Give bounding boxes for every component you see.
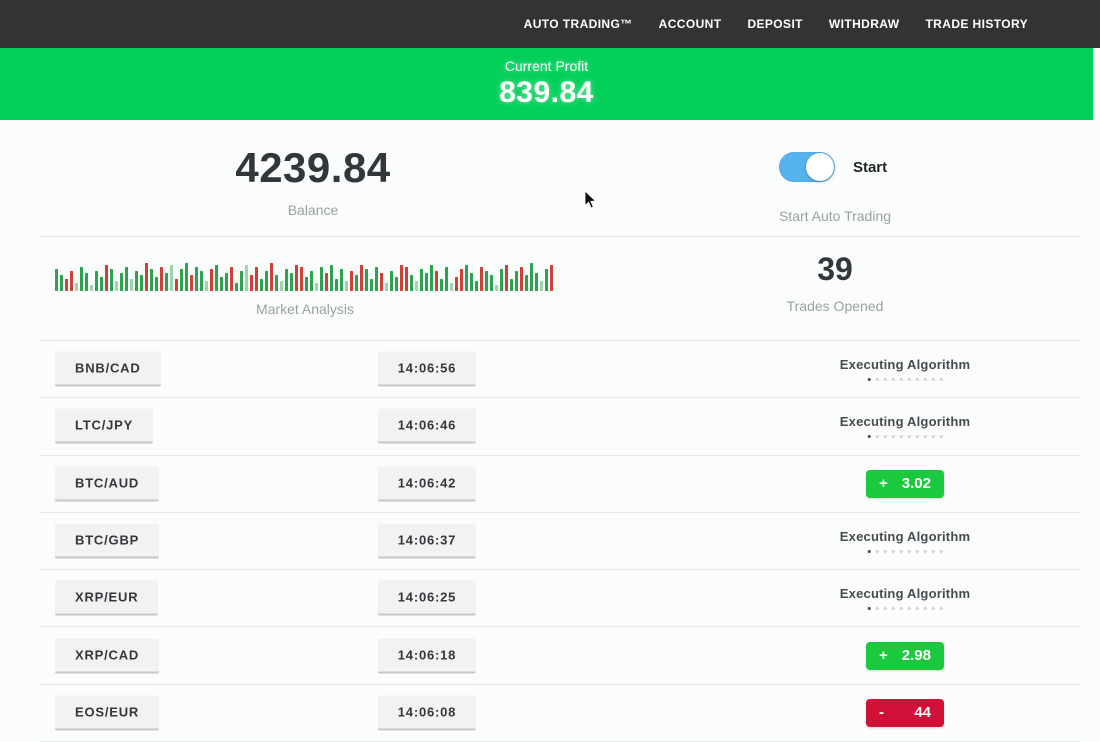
market-analysis-label: Market Analysis [256,301,354,317]
current-profit-value: 839.84 [499,76,594,110]
trade-status-executing: Executing Algorithm [840,529,970,553]
market-analysis-chart [55,257,565,291]
trade-pair: BTC/AUD [55,466,159,501]
trade-row: EOS/EUR 14:06:08 - 44 [40,685,1080,742]
toggle-knob-icon [806,153,834,181]
trade-status: Executing Algorithm [840,357,970,381]
nav-item-account[interactable]: ACCOUNT [659,17,722,31]
trade-status: Executing Algorithm [840,529,970,553]
nav-item-trade-history[interactable]: TRADE HISTORY [925,17,1028,31]
trade-status: Executing Algorithm [840,586,970,610]
trade-list: BNB/CAD 14:06:56 Executing Algorithm LTC… [40,341,1080,742]
trade-result-value: 3.02 [902,475,931,492]
trade-row: XRP/EUR 14:06:25 Executing Algorithm [40,570,1080,627]
executing-progress-dots-icon [840,550,970,553]
trade-status: Executing Algorithm [840,414,970,438]
trades-opened-value: 39 [787,251,884,288]
toggle-label: Start [853,159,887,176]
trades-opened-label: Trades Opened [787,298,884,314]
balance-section: 4239.84 Balance Start Start Auto Trading [40,120,1080,237]
executing-algorithm-label: Executing Algorithm [840,529,970,544]
trade-time: 14:06:42 [378,466,476,501]
trade-result-value: 2.98 [902,647,931,664]
trade-time: 14:06:18 [378,638,476,673]
balance-value: 4239.84 [235,144,390,192]
trade-result-badge: + 3.02 [866,470,944,498]
trade-pair: EOS/EUR [55,695,159,730]
auto-trading-block: Start Start Auto Trading [779,152,891,224]
trade-time: 14:06:37 [378,524,476,559]
nav-item-deposit[interactable]: DEPOSIT [747,17,802,31]
trades-opened-block: 39 Trades Opened [787,251,884,314]
trade-time: 14:06:08 [378,695,476,730]
trade-result-sign: + [879,475,888,492]
executing-progress-dots-icon [840,378,970,381]
executing-progress-dots-icon [840,435,970,438]
executing-algorithm-label: Executing Algorithm [840,586,970,601]
executing-algorithm-label: Executing Algorithm [840,357,970,372]
trade-pair: BNB/CAD [55,352,161,387]
trade-status: - 44 [866,699,944,727]
trade-status: + 3.02 [866,470,944,498]
trade-status-executing: Executing Algorithm [840,414,970,438]
trade-result-value: 44 [914,704,931,721]
current-profit-label: Current Profit [505,58,588,74]
trade-pair: BTC/GBP [55,524,159,559]
trade-pair: XRP/CAD [55,638,159,673]
nav-item-withdraw[interactable]: WITHDRAW [829,17,900,31]
current-profit-banner: Current Profit 839.84 [0,48,1093,120]
trade-time: 14:06:56 [378,352,476,387]
trade-status-executing: Executing Algorithm [840,586,970,610]
balance-block: 4239.84 Balance [235,144,390,218]
auto-trading-page: AUTO TRADING™ ACCOUNT DEPOSIT WITHDRAW T… [0,0,1100,742]
auto-trading-toggle[interactable] [779,152,835,182]
trade-result-badge: + 2.98 [866,642,944,670]
trade-row: BTC/AUD 14:06:42 + 3.02 [40,456,1080,513]
trade-row: BTC/GBP 14:06:37 Executing Algorithm [40,513,1080,570]
trade-result-sign: + [879,647,888,664]
trade-result-badge: - 44 [866,699,944,727]
trade-pair: XRP/EUR [55,581,158,616]
auto-trading-label: Start Auto Trading [779,208,891,224]
top-navbar: AUTO TRADING™ ACCOUNT DEPOSIT WITHDRAW T… [0,0,1100,48]
trade-status-executing: Executing Algorithm [840,357,970,381]
executing-algorithm-label: Executing Algorithm [840,414,970,429]
trade-status: + 2.98 [866,642,944,670]
trade-row: BNB/CAD 14:06:56 Executing Algorithm [40,341,1080,398]
trade-time: 14:06:46 [378,409,476,444]
trade-result-sign: - [879,704,884,721]
trade-row: LTC/JPY 14:06:46 Executing Algorithm [40,398,1080,455]
balance-label: Balance [235,202,390,218]
executing-progress-dots-icon [840,607,970,610]
nav-item-auto-trading[interactable]: AUTO TRADING™ [524,17,633,31]
trade-pair: LTC/JPY [55,409,153,444]
market-analysis-section: Market Analysis 39 Trades Opened [40,237,1080,341]
trade-row: XRP/CAD 14:06:18 + 2.98 [40,627,1080,684]
trade-time: 14:06:25 [378,581,476,616]
